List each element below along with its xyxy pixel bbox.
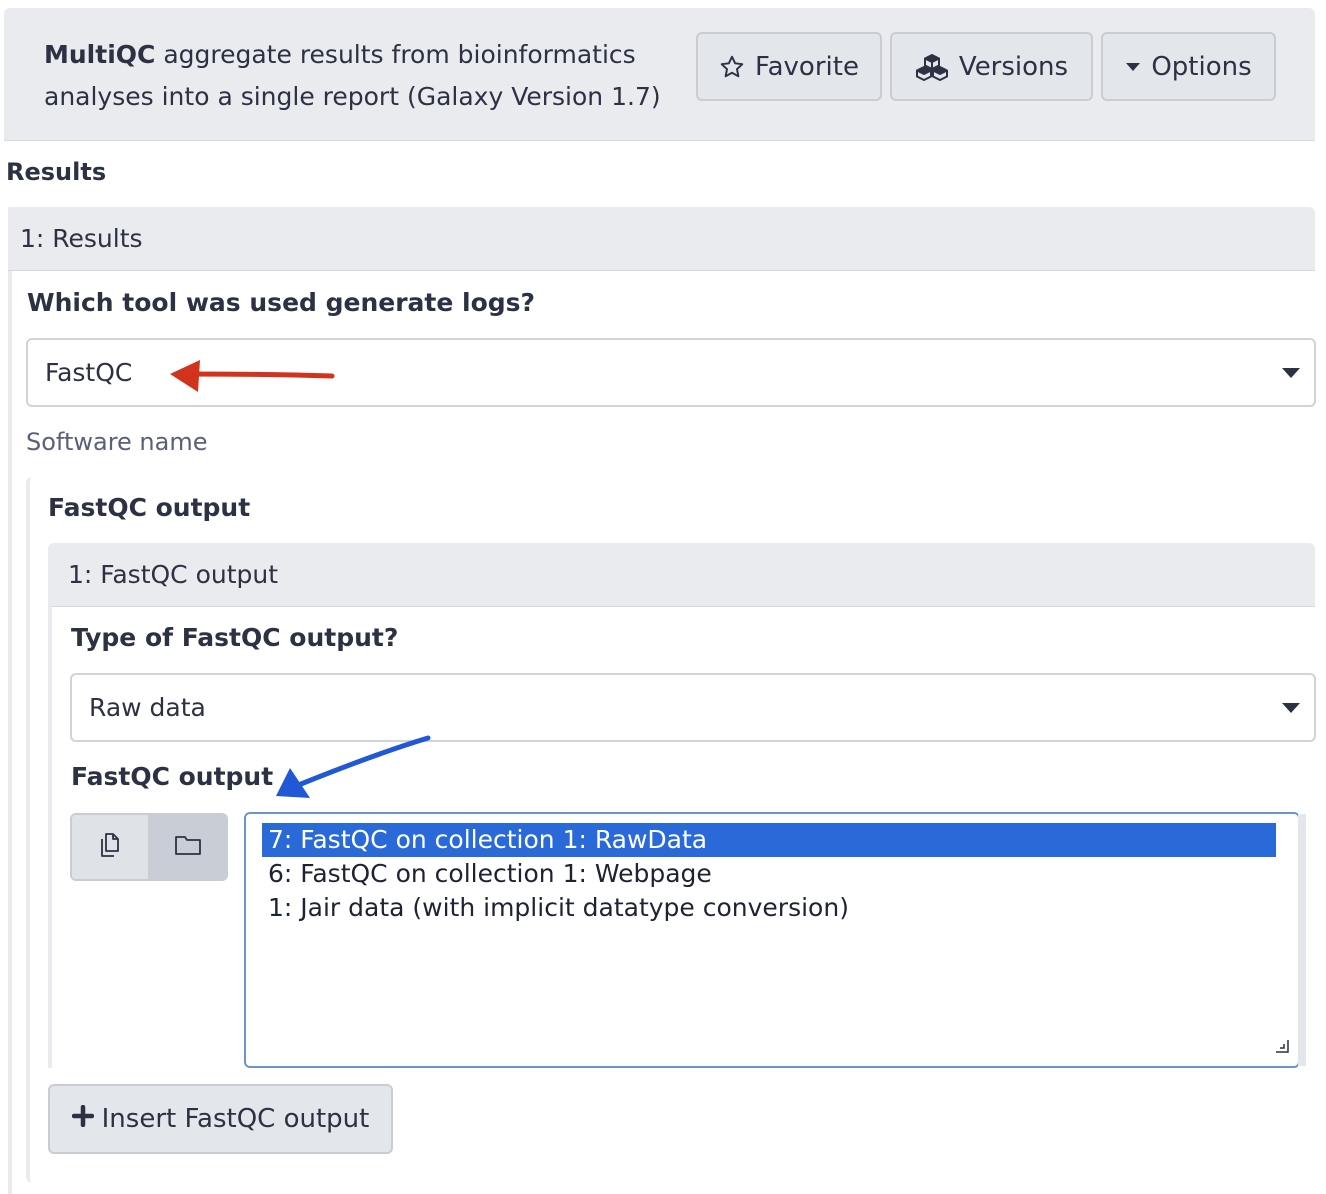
tool-question-label: Which tool was used generate logs? (27, 288, 536, 317)
type-question-label: Type of FastQC output? (71, 623, 399, 652)
tool-select-value: FastQC (45, 358, 133, 387)
tool-header: MultiQC aggregate results from bioinform… (4, 8, 1315, 141)
dataset-mode-toggle (70, 813, 228, 881)
versions-label: Versions (958, 51, 1069, 82)
chevron-down-icon (1282, 367, 1300, 378)
versions-button[interactable]: Versions (890, 32, 1093, 101)
options-label: Options (1151, 51, 1252, 82)
type-select-value: Raw data (89, 693, 206, 722)
resize-grip-icon[interactable] (1274, 1038, 1290, 1058)
tool-title: MultiQC aggregate results from bioinform… (44, 34, 684, 118)
fastqc-repeat-border (48, 607, 52, 1068)
folder-icon (173, 832, 203, 862)
chevron-down-icon (1282, 702, 1300, 713)
listbox-scrollbar[interactable] (1298, 814, 1306, 1066)
caret-down-icon (1125, 61, 1141, 73)
tool-help-text: Software name (26, 428, 208, 456)
multiple-datasets-button[interactable] (72, 815, 150, 879)
insert-fastqc-output-button[interactable]: Insert FastQC output (48, 1084, 393, 1154)
plus-icon (71, 1104, 94, 1134)
fastqc-output-label: FastQC output (71, 762, 274, 791)
options-button[interactable]: Options (1101, 32, 1276, 101)
results-section-title: Results (6, 158, 107, 186)
favorite-label: Favorite (755, 51, 859, 82)
type-select[interactable]: Raw data (70, 673, 1316, 742)
cubes-icon (915, 53, 949, 81)
fastqc-repeat-title: 1: FastQC output (68, 560, 279, 589)
star-icon (719, 54, 745, 80)
fastqc-output-listbox[interactable]: 7: FastQC on collection 1: RawData 6: Fa… (244, 812, 1300, 1068)
insert-label: Insert FastQC output (101, 1104, 370, 1134)
dataset-collection-button[interactable] (150, 815, 226, 879)
fastqc-repeat-header[interactable]: 1: FastQC output (48, 543, 1315, 607)
listbox-option[interactable]: 7: FastQC on collection 1: RawData (262, 823, 1276, 857)
tool-select[interactable]: FastQC (26, 338, 1316, 407)
listbox-option[interactable]: 1: Jair data (with implicit datatype con… (262, 891, 1276, 925)
listbox-option[interactable]: 6: FastQC on collection 1: Webpage (262, 857, 1276, 891)
fastqc-section-title: FastQC output (48, 493, 251, 522)
results-repeat-title: 1: Results (20, 224, 143, 253)
results-repeat-header[interactable]: 1: Results (8, 207, 1315, 271)
favorite-button[interactable]: Favorite (696, 32, 882, 101)
tool-name: MultiQC (44, 40, 156, 69)
copy-icon (95, 830, 125, 864)
